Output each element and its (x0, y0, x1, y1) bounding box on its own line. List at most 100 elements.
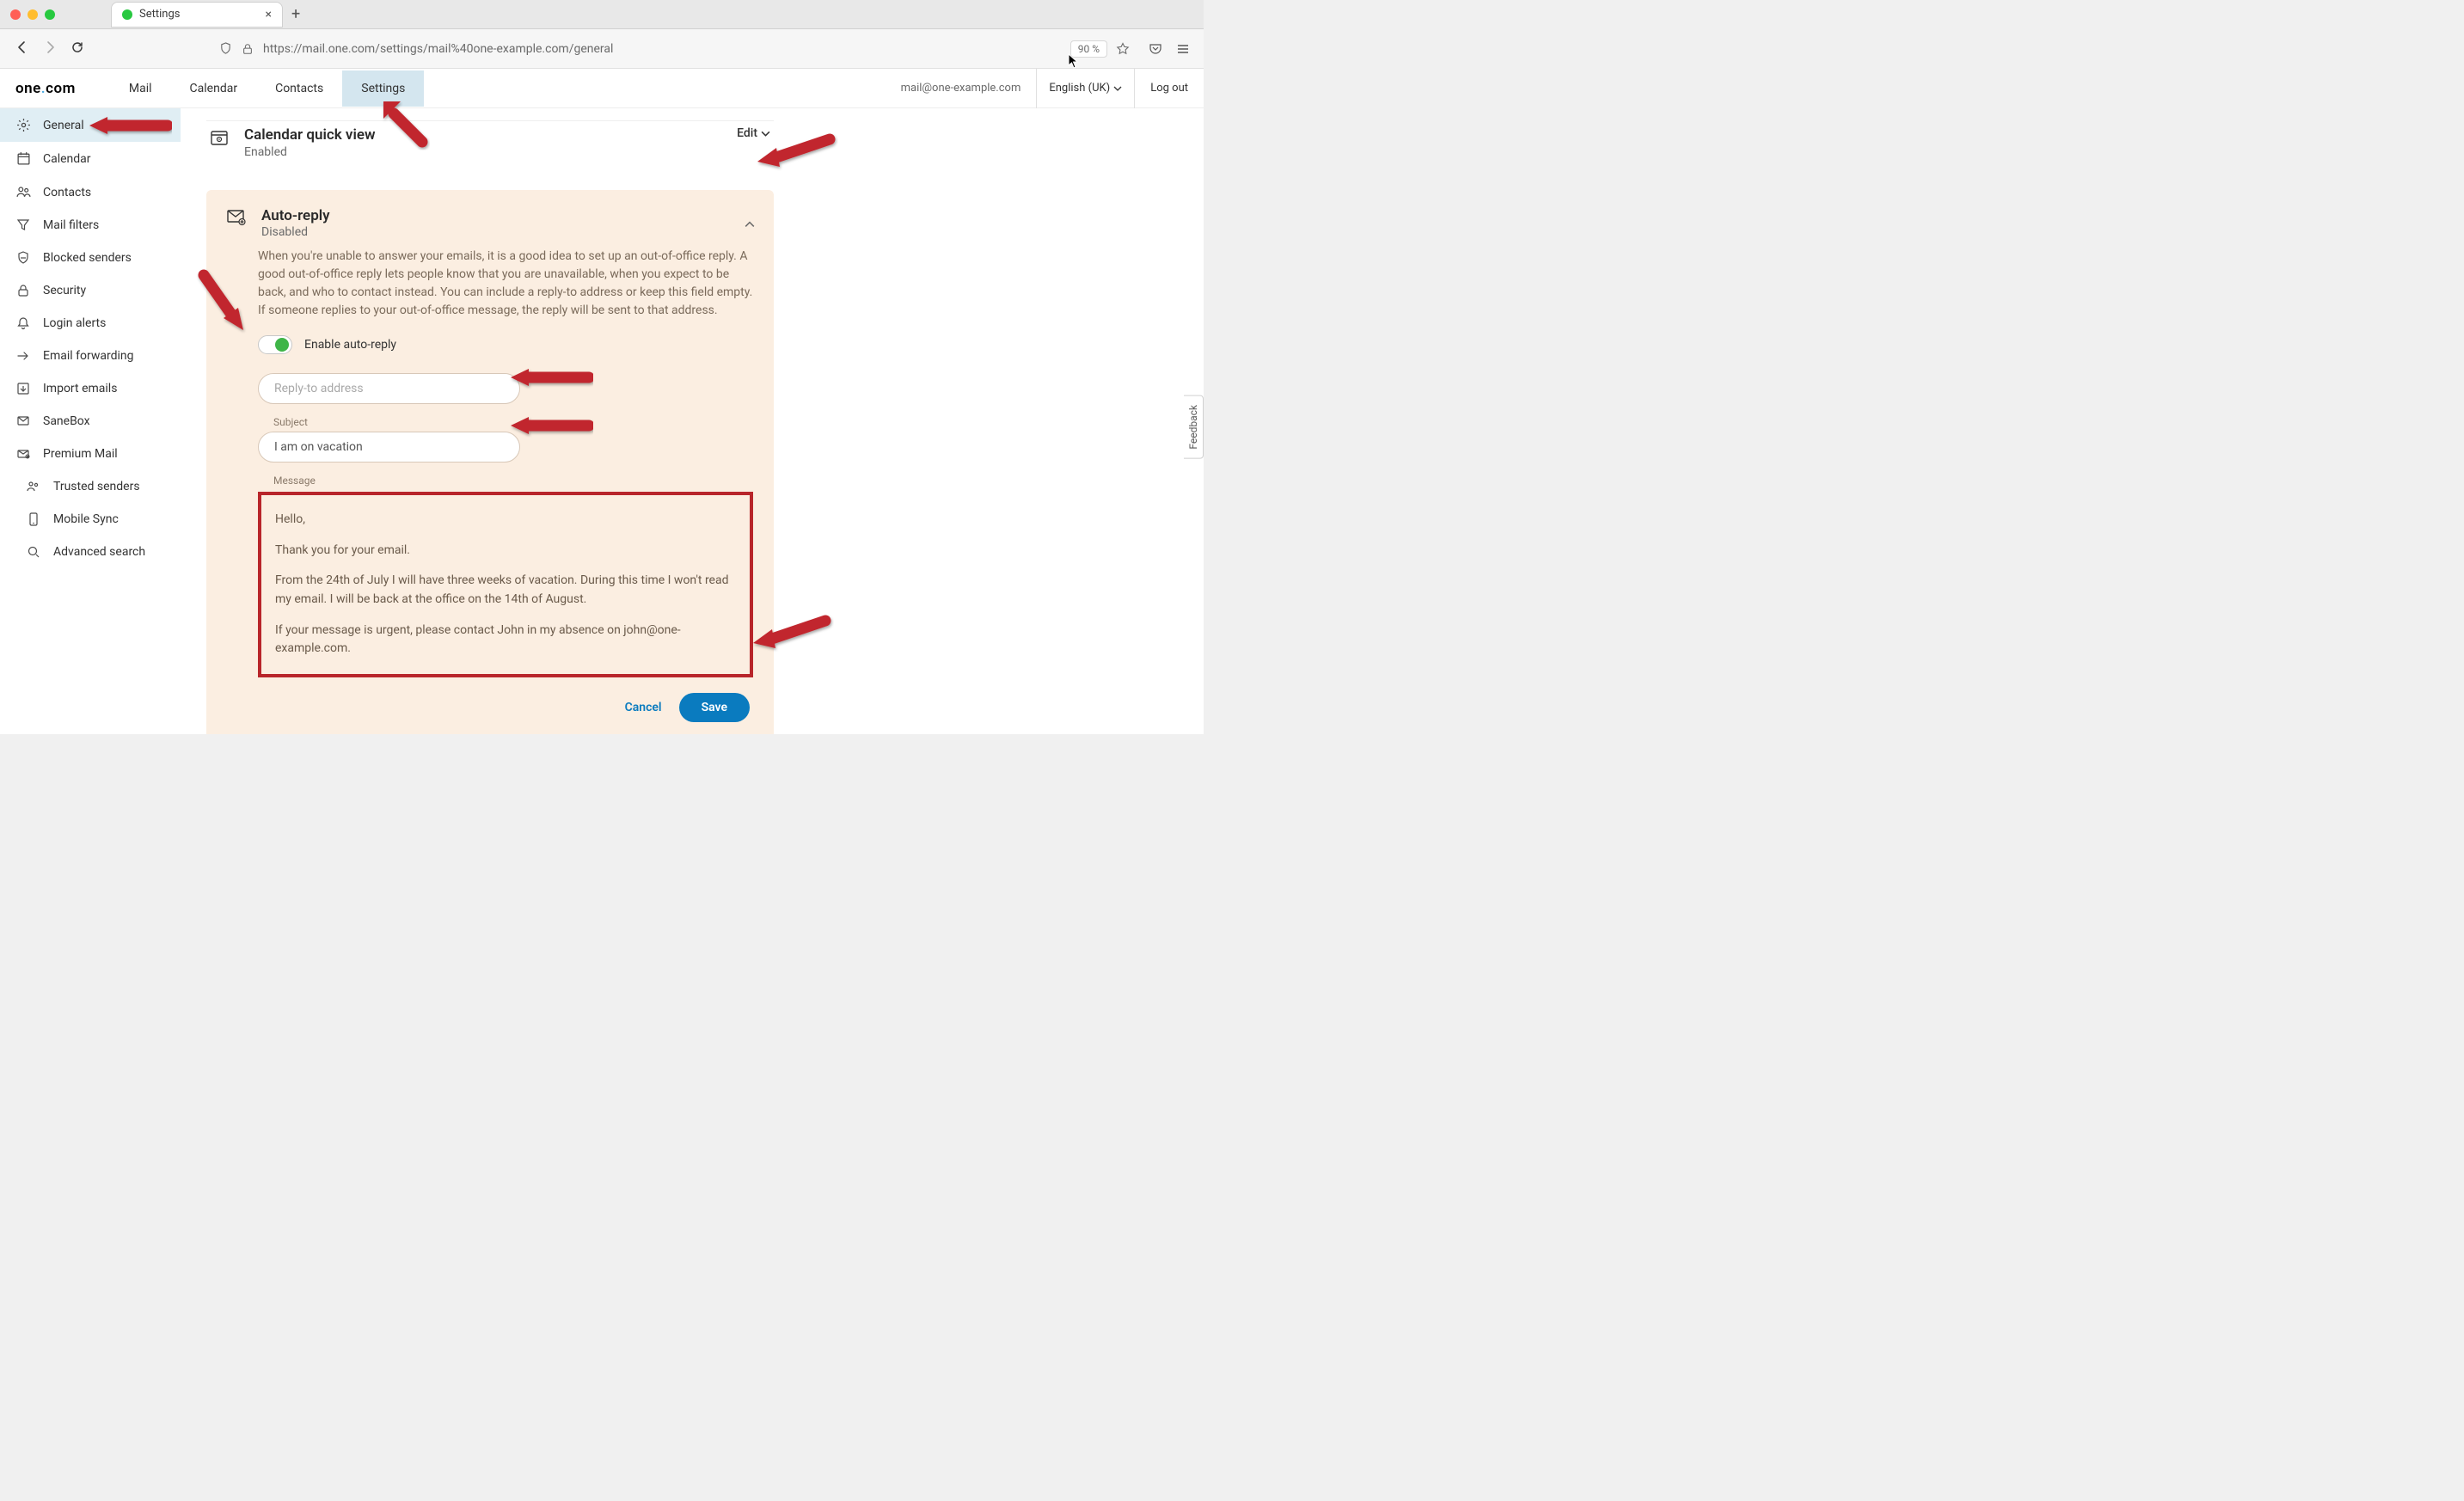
filter-icon (15, 218, 31, 232)
sidebar-item-label: Premium Mail (43, 447, 118, 461)
shield-icon (218, 42, 232, 55)
sidebar-item-premium-mail[interactable]: Premium Mail (0, 438, 181, 470)
account-email: mail@one-example.com (901, 82, 1021, 95)
subject-input[interactable] (258, 432, 520, 463)
toggle-knob (275, 338, 289, 352)
menu-icon[interactable] (1176, 42, 1190, 56)
auto-reply-description: When you're unable to answer your emails… (258, 248, 753, 320)
calendar-view-icon (210, 128, 229, 150)
reload-button[interactable] (69, 40, 86, 58)
header-right: mail@one-example.com English (UK) Log ou… (901, 69, 1188, 108)
sidebar-item-calendar[interactable]: Calendar (0, 142, 181, 175)
sidebar-item-label: Security (43, 284, 86, 297)
sidebar-item-security[interactable]: Security (0, 274, 181, 307)
enable-auto-reply-toggle[interactable] (258, 335, 292, 354)
message-textarea[interactable]: Hello, Thank you for your email. From th… (258, 492, 753, 677)
sidebar-item-import-emails[interactable]: Import emails (0, 372, 181, 405)
enable-auto-reply-label: Enable auto-reply (304, 338, 396, 352)
logo-part-2: com (46, 80, 76, 97)
back-button[interactable] (14, 40, 31, 58)
window-minimize-button[interactable] (28, 9, 38, 20)
window-zoom-button[interactable] (45, 9, 55, 20)
forward-button[interactable] (41, 40, 58, 58)
calendar-icon (15, 151, 31, 166)
sidebar-item-blocked-senders[interactable]: Blocked senders (0, 242, 181, 274)
tab-close-button[interactable]: × (266, 8, 272, 21)
sidebar-item-label: SaneBox (43, 414, 90, 428)
window-close-button[interactable] (10, 9, 21, 20)
auto-reply-title: Auto-reply (261, 207, 330, 224)
gear-icon (15, 118, 31, 132)
sidebar-item-sanebox[interactable]: SaneBox (0, 405, 181, 438)
sidebar: General Calendar Contacts Mail filters B… (0, 108, 181, 734)
message-line: Thank you for your email. (275, 542, 736, 561)
sidebar-item-label: Import emails (43, 382, 117, 395)
message-line: Hello, (275, 511, 736, 530)
sidebar-item-mail-filters[interactable]: Mail filters (0, 209, 181, 242)
pocket-icon[interactable] (1149, 42, 1162, 56)
feedback-tab[interactable]: Feedback (1184, 395, 1204, 459)
browser-tab[interactable]: Settings × (111, 2, 283, 28)
nav-calendar[interactable]: Calendar (171, 70, 257, 107)
sidebar-item-label: Calendar (43, 152, 91, 166)
language-selector[interactable]: English (UK) (1036, 69, 1135, 108)
sidebar-item-login-alerts[interactable]: Login alerts (0, 307, 181, 340)
address-bar: https://mail.one.com/settings/mail%40one… (0, 29, 1204, 69)
lock-icon (15, 284, 31, 297)
blocked-icon (15, 251, 31, 265)
sidebar-item-contacts[interactable]: Contacts (0, 175, 181, 209)
url-text: https://mail.one.com/settings/mail%40one… (263, 42, 1062, 56)
sidebar-item-mobile-sync[interactable]: Mobile Sync (0, 503, 181, 536)
search-icon (26, 545, 41, 559)
zoom-badge[interactable]: 90 % (1070, 40, 1107, 58)
nav-contacts[interactable]: Contacts (256, 70, 342, 107)
chevron-down-icon (1113, 84, 1122, 93)
premium-icon (15, 447, 31, 461)
browser-tools (1149, 42, 1190, 56)
message-label: Message (273, 475, 753, 487)
window-chrome: Settings × + (0, 0, 1204, 29)
auto-reply-icon (227, 209, 246, 239)
reply-to-input[interactable] (258, 373, 520, 404)
sanebox-icon (15, 414, 31, 428)
logo-part-1: one (15, 80, 41, 97)
edit-button[interactable]: Edit (737, 126, 770, 140)
calendar-quick-view-title: Calendar quick view (244, 126, 721, 144)
content-area: Calendar quick view Enabled Edit Auto-re… (181, 108, 1204, 734)
tab-title: Settings (139, 8, 259, 21)
chevron-down-icon (761, 129, 770, 138)
collapse-button[interactable] (745, 219, 755, 232)
nav-settings[interactable]: Settings (342, 70, 424, 107)
sidebar-item-label: General (43, 119, 84, 132)
cancel-button[interactable]: Cancel (625, 701, 662, 714)
forward-icon (15, 349, 31, 363)
auto-reply-status: Disabled (261, 225, 330, 239)
bell-icon (15, 316, 31, 330)
sidebar-item-label: Mail filters (43, 218, 99, 232)
language-label: English (UK) (1049, 82, 1110, 95)
top-nav: Mail Calendar Contacts Settings (110, 70, 425, 107)
logout-button[interactable]: Log out (1150, 82, 1188, 95)
sidebar-item-email-forwarding[interactable]: Email forwarding (0, 340, 181, 372)
tab-favicon (122, 9, 132, 20)
auto-reply-panel: Auto-reply Disabled When you're unable t… (206, 190, 774, 734)
message-line: From the 24th of July I will have three … (275, 572, 736, 609)
message-line: If your message is urgent, please contac… (275, 622, 736, 659)
sidebar-item-label: Blocked senders (43, 251, 132, 265)
sidebar-item-trusted-senders[interactable]: Trusted senders (0, 470, 181, 503)
save-button[interactable]: Save (679, 693, 750, 722)
new-tab-button[interactable]: + (291, 5, 300, 23)
edit-button-label: Edit (737, 126, 757, 140)
bookmark-star-icon[interactable] (1116, 42, 1130, 56)
sidebar-item-advanced-search[interactable]: Advanced search (0, 536, 181, 568)
traffic-lights (10, 9, 55, 20)
nav-mail[interactable]: Mail (110, 70, 171, 107)
logo[interactable]: one.com (15, 80, 76, 97)
sidebar-item-general[interactable]: General (0, 108, 181, 142)
sidebar-item-label: Mobile Sync (53, 512, 119, 526)
sidebar-item-label: Advanced search (53, 545, 145, 559)
sidebar-item-label: Email forwarding (43, 349, 134, 363)
calendar-quick-view-row: Calendar quick view Enabled Edit (206, 120, 774, 175)
url-box[interactable]: https://mail.one.com/settings/mail%40one… (218, 40, 1130, 58)
lock-icon (241, 43, 254, 55)
